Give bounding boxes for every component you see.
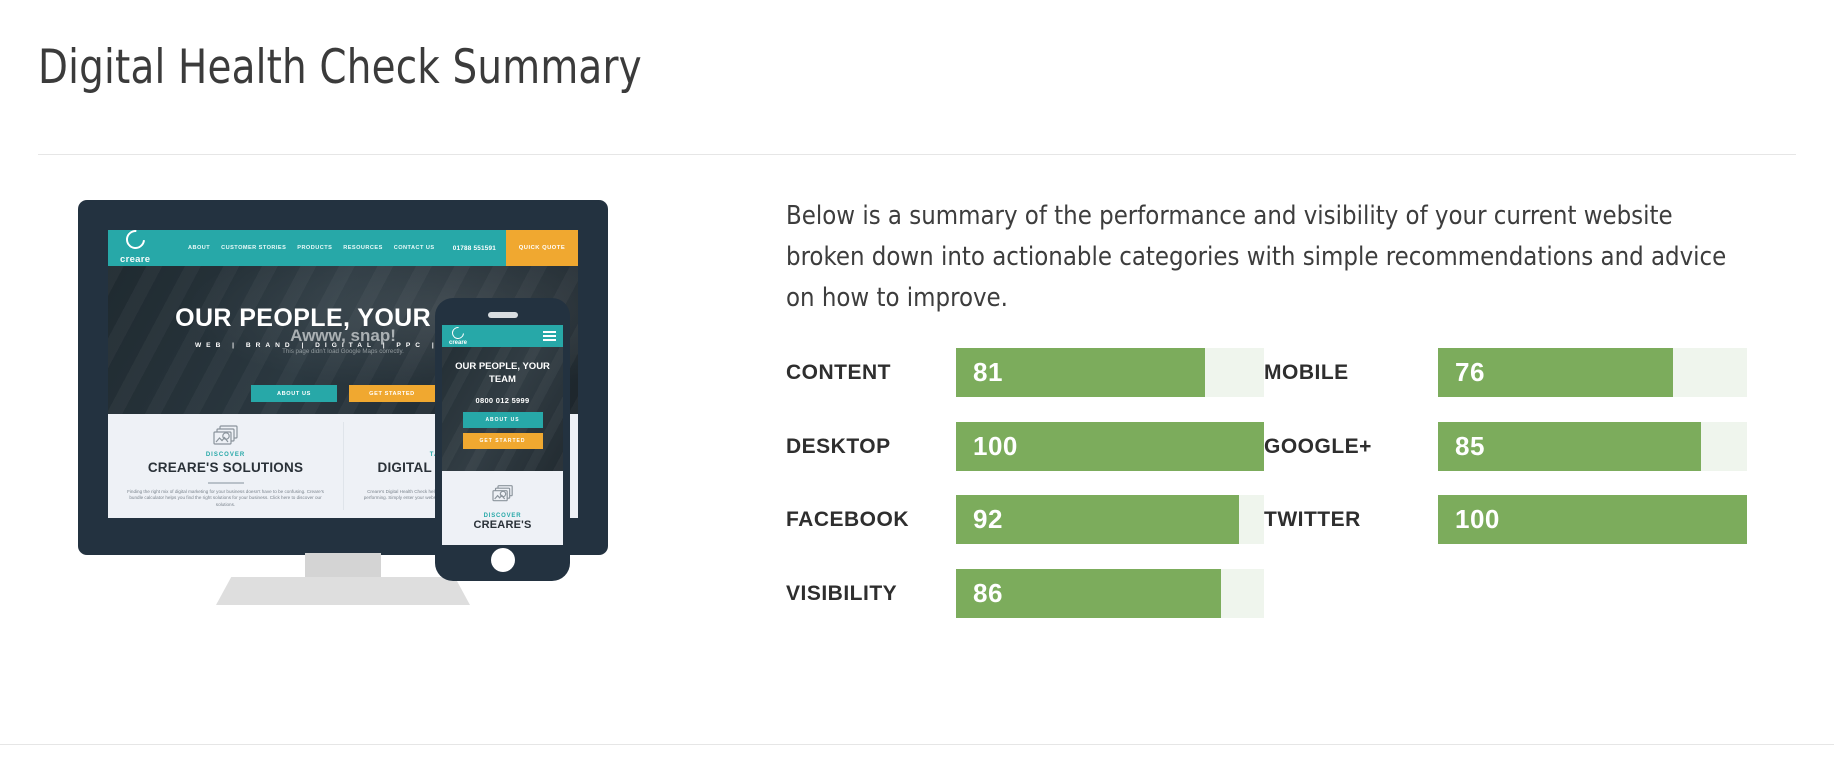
nav-link-contact-us: CONTACT US [393, 245, 435, 251]
title-divider [38, 154, 1796, 155]
score-value-googleplus: 85 [1455, 430, 1485, 461]
score-bar-visibility: 86 [956, 568, 1264, 618]
card-underline [207, 481, 244, 484]
mobile-screen: creare OUR PEOPLE, YOUR TEAM 0800 012 59… [442, 325, 563, 545]
mobile-hero-title: OUR PEOPLE, YOUR TEAM [455, 361, 550, 385]
mobile-phone-mockup: creare OUR PEOPLE, YOUR TEAM 0800 012 59… [435, 298, 570, 581]
hamburger-icon [543, 331, 556, 341]
creare-logo-text: creare [449, 339, 468, 346]
device-mockup-illustration: creare ABOUT CUSTOMER STORIES PRODUCTS R… [60, 185, 660, 605]
mobile-card-title: CREARE'S [473, 519, 532, 531]
nav-link-resources: RESOURCES [343, 245, 383, 251]
score-bar-twitter: 100 [1438, 495, 1747, 544]
creare-logo-mobile: creare [449, 325, 468, 346]
mobile-navbar: creare [442, 325, 563, 347]
phone-speaker [487, 312, 518, 318]
score-value-twitter: 100 [1455, 504, 1500, 534]
score-label-visibility: VISIBILITY [786, 581, 898, 605]
creare-logo-text: creare [120, 254, 151, 265]
mobile-card: DISCOVER CREARE'S [442, 471, 563, 531]
score-bar-desktop: 100 [956, 421, 1264, 471]
score-grid: CONTENT 81 MOBILE 76 DESKTOP 100 GOOGLE+… [786, 348, 1796, 642]
stacked-images-icon [442, 484, 563, 509]
mockup-about-us-button: ABOUT US [251, 385, 337, 402]
score-bar-googleplus: 85 [1438, 421, 1747, 471]
mockup-quick-quote-button: QUICK QUOTE [506, 230, 578, 266]
mobile-about-us-button: ABOUT US [462, 411, 543, 428]
mockup-card-solutions: DISCOVER CREARE'S SOLUTIONS Finding the … [108, 414, 343, 518]
mockup-card-title: CREARE'S SOLUTIONS [147, 460, 304, 475]
mockup-get-started-button: GET STARTED [349, 385, 435, 402]
nav-link-products: PRODUCTS [297, 245, 333, 251]
mobile-phone-number: 0800 012 5999 [475, 395, 530, 405]
score-label-googleplus: GOOGLE+ [1264, 434, 1372, 458]
score-bar-content: 81 [956, 348, 1264, 397]
creare-logo: creare [120, 230, 172, 266]
score-value-mobile: 76 [1455, 357, 1485, 387]
score-label-desktop: DESKTOP [786, 434, 891, 458]
mockup-nav-links: ABOUT CUSTOMER STORIES PRODUCTS RESOURCE… [188, 245, 435, 251]
score-label-content: CONTENT [786, 361, 891, 384]
creare-logo-mark-icon [122, 230, 149, 253]
stacked-images-icon [122, 424, 329, 448]
score-label-facebook: FACEBOOK [786, 508, 910, 531]
score-value-visibility: 86 [973, 577, 1003, 608]
mobile-hero: OUR PEOPLE, YOUR TEAM 0800 012 5999 ABOU… [442, 347, 563, 471]
nav-link-about: ABOUT [188, 245, 211, 251]
page-title: Digital Health Check Summary [38, 40, 642, 95]
nav-link-customer-stories: CUSTOMER STORIES [221, 245, 287, 251]
score-bar-mobile: 76 [1438, 348, 1747, 397]
score-label-mobile: MOBILE [1264, 361, 1349, 384]
score-bar-facebook: 92 [956, 495, 1264, 544]
score-label-twitter: TWITTER [1264, 508, 1361, 531]
mobile-get-started-button: GET STARTED [462, 432, 543, 449]
summary-description: Below is a summary of the performance an… [786, 201, 1727, 313]
monitor-stand-base [216, 577, 470, 605]
mockup-card-kicker: DISCOVER [205, 452, 246, 458]
phone-home-button [490, 548, 515, 572]
mockup-card-body: Finding the right mix of digital marketi… [127, 488, 324, 508]
score-value-facebook: 92 [973, 504, 1003, 534]
mockup-site-navbar: creare ABOUT CUSTOMER STORIES PRODUCTS R… [108, 230, 578, 266]
score-value-content: 81 [973, 357, 1003, 387]
mockup-phone-number: 01788 551591 [452, 244, 496, 252]
bottom-divider [0, 744, 1834, 745]
score-value-desktop: 100 [973, 430, 1018, 461]
